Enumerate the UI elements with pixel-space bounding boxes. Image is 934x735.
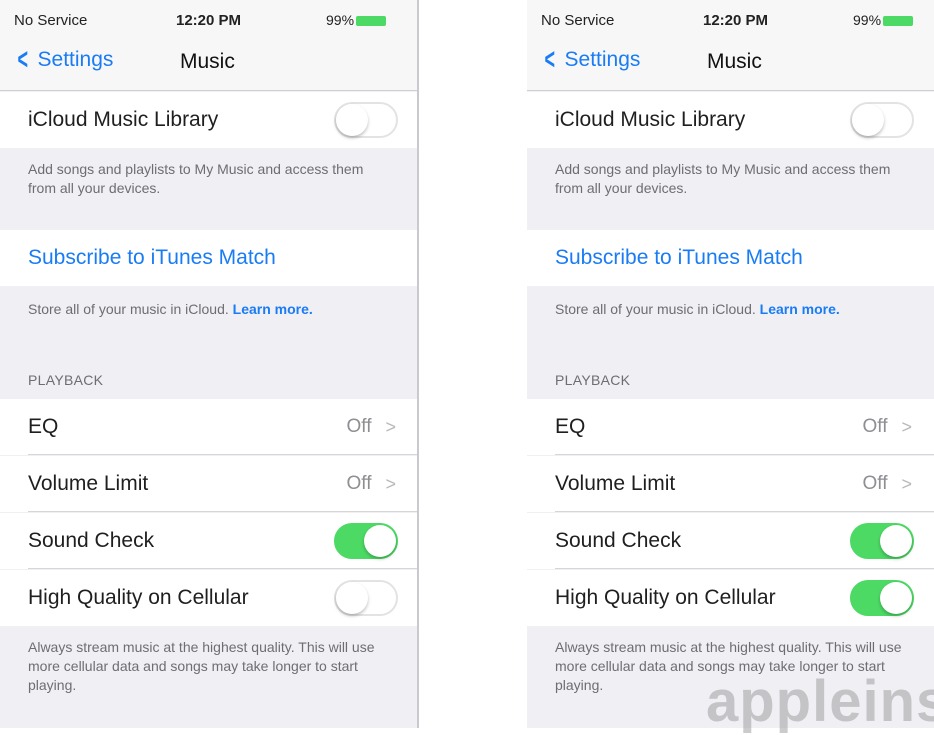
eq-label: EQ [555, 415, 586, 438]
switch-knob [336, 582, 368, 614]
high-quality-cellular-switch[interactable] [850, 580, 914, 616]
chevron-right-icon: > [385, 473, 396, 494]
eq-value-group: Off > [862, 399, 912, 455]
chevron-right-icon: > [901, 416, 912, 437]
eq-value-group: Off > [346, 399, 396, 455]
back-label: Settings [564, 48, 641, 71]
volume-limit-value-group: Off > [862, 456, 912, 512]
eq-row[interactable]: EQ Off > [527, 399, 934, 455]
back-label: Settings [37, 48, 114, 71]
chevron-left-icon: < [17, 43, 29, 76]
battery-indicator: 99% [853, 12, 914, 28]
icloud-music-library-row: iCloud Music Library [0, 92, 418, 148]
settings-screen-after: No Service 12:20 PM 99% < Settings Music… [527, 0, 934, 728]
subscribe-itunes-match-link[interactable]: Subscribe to iTunes Match [28, 246, 276, 270]
chevron-left-icon: < [544, 43, 556, 76]
switch-knob [880, 525, 912, 557]
switch-knob [852, 104, 884, 136]
subscribe-itunes-match-row[interactable]: Subscribe to iTunes Match [0, 230, 418, 286]
carrier-label: No Service [541, 12, 615, 29]
sound-check-switch[interactable] [850, 523, 914, 559]
volume-limit-value: Off [346, 473, 372, 494]
status-bar: No Service 12:20 PM 99% [0, 0, 418, 34]
status-time: 12:20 PM [703, 12, 769, 29]
battery-percent: 99% [853, 12, 882, 28]
navigation-bar: < Settings Music [527, 34, 934, 91]
eq-value: Off [862, 416, 888, 437]
high-quality-cellular-label: High Quality on Cellular [28, 586, 249, 609]
chevron-right-icon: > [901, 473, 912, 494]
sound-check-label: Sound Check [28, 529, 155, 552]
icloud-music-library-switch[interactable] [850, 102, 914, 138]
navigation-bar: < Settings Music [0, 34, 418, 91]
battery-percent: 99% [326, 12, 355, 28]
high-quality-footer: Always stream music at the highest quali… [28, 639, 375, 693]
status-time: 12:20 PM [176, 12, 242, 29]
icloud-music-library-switch[interactable] [334, 102, 398, 138]
subscribe-itunes-match-row[interactable]: Subscribe to iTunes Match [527, 230, 934, 286]
page-title: Music [180, 50, 235, 73]
playback-section-header: PLAYBACK [28, 372, 104, 388]
screen-divider [417, 0, 419, 728]
icloud-music-library-label: iCloud Music Library [28, 108, 219, 131]
icloud-music-library-row: iCloud Music Library [527, 92, 934, 148]
switch-knob [336, 104, 368, 136]
subscribe-itunes-match-link[interactable]: Subscribe to iTunes Match [555, 246, 803, 270]
volume-limit-label: Volume Limit [555, 472, 676, 495]
high-quality-cellular-row: High Quality on Cellular [0, 570, 418, 626]
high-quality-cellular-label: High Quality on Cellular [555, 586, 776, 609]
settings-screen-before: No Service 12:20 PM 99% < Settings Music… [0, 0, 418, 728]
switch-knob [880, 582, 912, 614]
volume-limit-label: Volume Limit [28, 472, 149, 495]
volume-limit-row[interactable]: Volume Limit Off > [527, 456, 934, 512]
chevron-right-icon: > [385, 416, 396, 437]
volume-limit-row[interactable]: Volume Limit Off > [0, 456, 418, 512]
eq-row[interactable]: EQ Off > [0, 399, 418, 455]
high-quality-cellular-switch[interactable] [334, 580, 398, 616]
icloud-music-library-label: iCloud Music Library [555, 108, 746, 131]
playback-section-header: PLAYBACK [555, 372, 631, 388]
store-footer: Store all of your music in iCloud. Learn… [555, 300, 904, 319]
icloud-library-footer: Add songs and playlists to My Music and … [555, 161, 891, 196]
eq-label: EQ [28, 415, 59, 438]
battery-icon [883, 16, 914, 27]
back-button[interactable]: < Settings [14, 43, 114, 76]
volume-limit-value-group: Off > [346, 456, 396, 512]
learn-more-link[interactable]: Learn more. [760, 301, 840, 317]
battery-icon [356, 16, 387, 27]
store-footer-text: Store all of your music in iCloud. [555, 301, 756, 317]
switch-knob [364, 525, 396, 557]
battery-indicator: 99% [326, 12, 387, 28]
volume-limit-value: Off [862, 473, 888, 494]
sound-check-row: Sound Check [0, 513, 418, 569]
watermark-logo: appleins [706, 669, 934, 734]
status-bar: No Service 12:20 PM 99% [527, 0, 934, 34]
carrier-label: No Service [14, 12, 88, 29]
sound-check-row: Sound Check [527, 513, 934, 569]
icloud-library-footer: Add songs and playlists to My Music and … [28, 161, 364, 196]
sound-check-label: Sound Check [555, 529, 682, 552]
high-quality-cellular-row: High Quality on Cellular [527, 570, 934, 626]
store-footer: Store all of your music in iCloud. Learn… [28, 300, 388, 319]
eq-value: Off [346, 416, 372, 437]
back-button[interactable]: < Settings [541, 43, 641, 76]
learn-more-link[interactable]: Learn more. [233, 301, 313, 317]
page-title: Music [707, 50, 762, 73]
sound-check-switch[interactable] [334, 523, 398, 559]
store-footer-text: Store all of your music in iCloud. [28, 301, 229, 317]
